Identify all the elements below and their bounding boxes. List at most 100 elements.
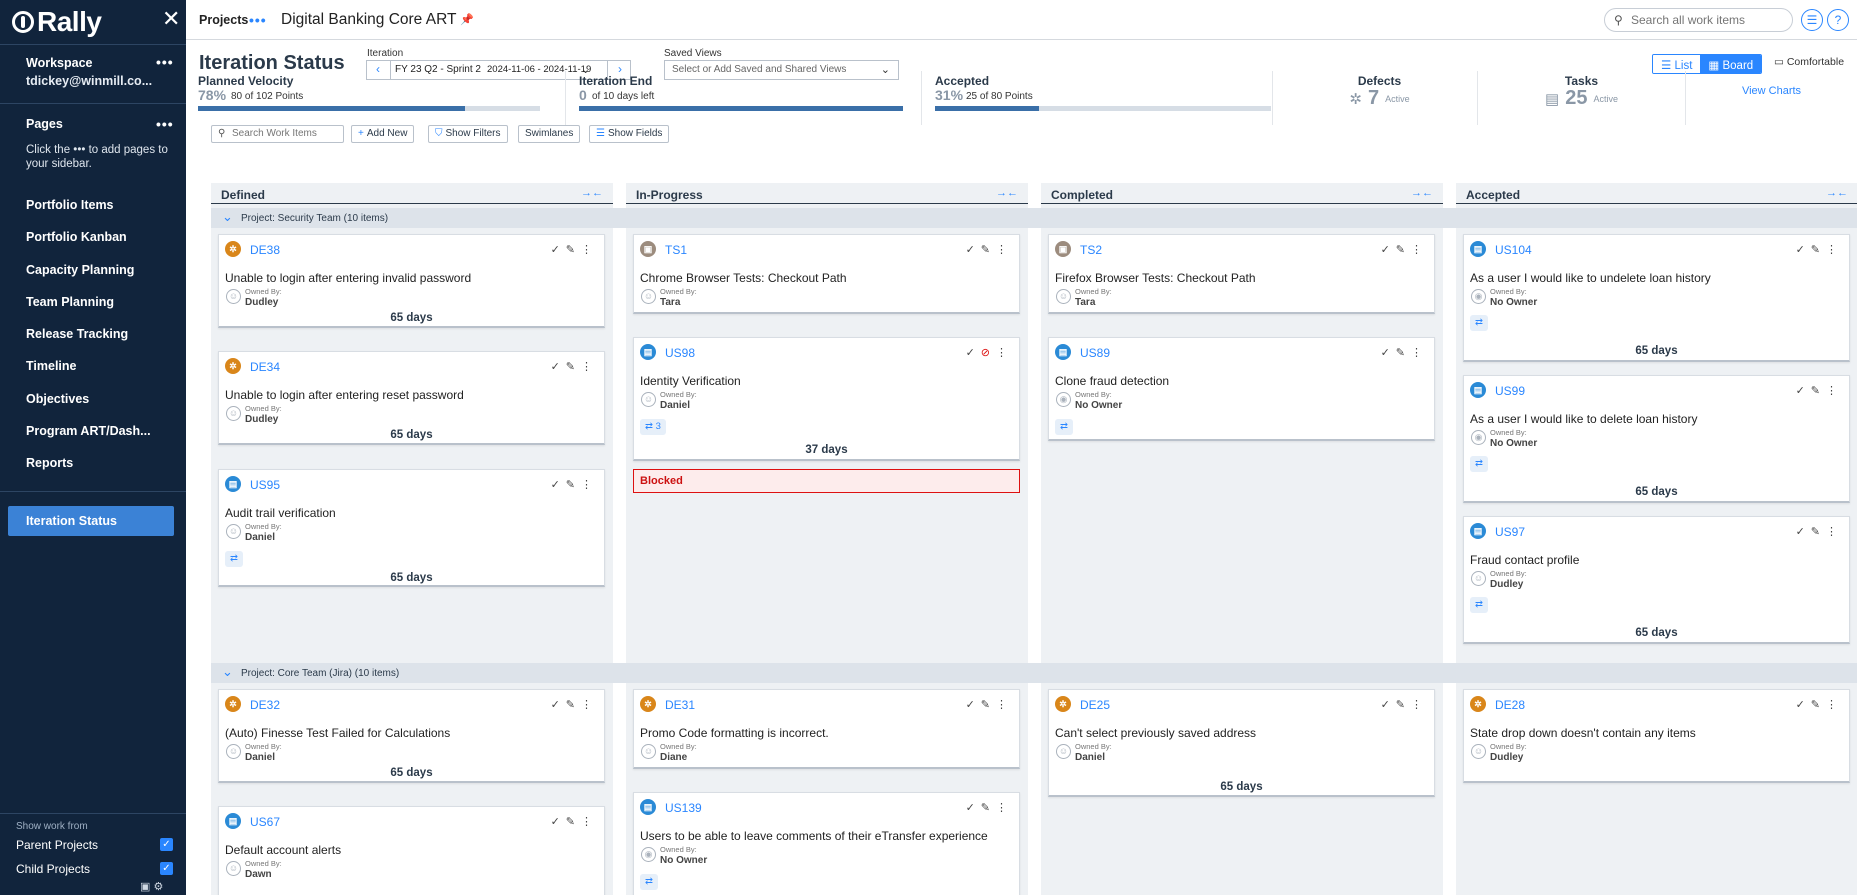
pin-icon[interactable]: 📌: [460, 13, 474, 26]
help-icon[interactable]: ▣: [140, 881, 150, 893]
card-id[interactable]: US89: [1080, 346, 1110, 360]
list-menu-icon[interactable]: ☰: [1801, 9, 1823, 31]
card-actions[interactable]: ✓✎⋮: [966, 698, 1013, 711]
card-actions[interactable]: ✓✎⋮: [966, 243, 1013, 256]
sidebar-item-team-planning[interactable]: Team Planning: [26, 295, 114, 309]
rally-logo[interactable]: Rally: [12, 6, 102, 38]
sidebar-item-portfolio-kanban[interactable]: Portfolio Kanban: [26, 230, 127, 244]
card-us98[interactable]: ▤ US98 ✓⊘⋮ Identity Verification ☺ Owned…: [633, 337, 1020, 461]
tasks-icon[interactable]: ⇄: [640, 874, 658, 890]
card-actions[interactable]: ✓✎⋮: [1796, 698, 1843, 711]
parent-projects-checkbox[interactable]: ✓: [160, 838, 173, 851]
card-id[interactable]: US97: [1495, 525, 1525, 539]
child-projects-toggle[interactable]: Child Projects ✓: [16, 862, 174, 876]
view-charts-link[interactable]: View Charts: [1686, 85, 1857, 97]
card-actions[interactable]: ✓✎⋮: [1381, 698, 1428, 711]
projects-more-icon[interactable]: •••: [249, 12, 267, 28]
chevron-down-icon[interactable]: ⌄: [222, 664, 233, 680]
tasks-icon[interactable]: ⇄: [1055, 419, 1073, 435]
tasks-icon[interactable]: ⇄: [1470, 456, 1488, 472]
card-de31[interactable]: ✲ DE31 ✓✎⋮ Promo Code formatting is inco…: [633, 689, 1020, 769]
card-ts1[interactable]: ▣ TS1 ✓✎⋮ Chrome Browser Tests: Checkout…: [633, 234, 1020, 314]
work-item-search[interactable]: ⚲: [211, 125, 344, 143]
collapse-column-icon[interactable]: →←: [1411, 187, 1433, 199]
card-id[interactable]: US104: [1495, 243, 1532, 257]
card-id[interactable]: DE28: [1495, 698, 1525, 712]
close-sidebar-icon[interactable]: ✕: [162, 6, 180, 32]
blocked-icon[interactable]: ⊘: [981, 347, 996, 359]
card-id[interactable]: DE34: [250, 360, 280, 374]
swimlanes-button[interactable]: Swimlanes: [518, 125, 581, 143]
sidebar-item-iteration-status[interactable]: Iteration Status: [8, 506, 174, 536]
card-us89[interactable]: ▤ US89 ✓✎⋮ Clone fraud detection ◉ Owned…: [1048, 337, 1435, 441]
card-de38[interactable]: ✲ DE38 ✓✎⋮ Unable to login after enterin…: [218, 234, 605, 328]
sidebar-item-reports[interactable]: Reports: [26, 456, 73, 470]
collapse-column-icon[interactable]: →←: [996, 187, 1018, 199]
projects-label[interactable]: Projects: [199, 13, 248, 27]
collapse-column-icon[interactable]: →←: [581, 187, 603, 199]
card-us104[interactable]: ▤ US104 ✓✎⋮ As a user I would like to un…: [1463, 234, 1850, 362]
card-us139[interactable]: ▤ US139 ✓✎⋮ Users to be able to leave co…: [633, 792, 1020, 895]
show-filters-button[interactable]: ⛉ Show Filters: [428, 125, 508, 143]
card-id[interactable]: US95: [250, 478, 280, 492]
card-id[interactable]: DE31: [665, 698, 695, 712]
card-actions[interactable]: ✓✎⋮: [1381, 346, 1428, 359]
card-actions[interactable]: ✓✎⋮: [1796, 243, 1843, 256]
show-fields-button[interactable]: ☰ Show Fields: [589, 125, 670, 143]
add-new-button[interactable]: + Add New: [351, 125, 415, 143]
card-id[interactable]: DE25: [1080, 698, 1110, 712]
card-id[interactable]: US67: [250, 815, 280, 829]
card-actions[interactable]: ✓✎⋮: [551, 478, 598, 491]
card-actions[interactable]: ✓✎⋮: [551, 698, 598, 711]
card-id[interactable]: TS2: [1080, 243, 1102, 257]
tasks-icon[interactable]: ⇄: [225, 551, 243, 567]
sidebar-item-objectives[interactable]: Objectives: [26, 392, 89, 406]
card-us99[interactable]: ▤ US99 ✓✎⋮ As a user I would like to del…: [1463, 375, 1850, 503]
workspace-user[interactable]: tdickey@winmill.co...: [26, 74, 152, 88]
sidebar-item-program-art[interactable]: Program ART/Dash...: [26, 424, 151, 438]
card-us67[interactable]: ▤ US67 ✓✎⋮ Default account alerts ☺ Owne…: [218, 806, 605, 895]
child-projects-checkbox[interactable]: ✓: [160, 862, 173, 875]
card-actions[interactable]: ✓✎⋮: [1796, 525, 1843, 538]
sidebar-item-capacity-planning[interactable]: Capacity Planning: [26, 263, 134, 277]
swimlane-core-team[interactable]: ⌄ Project: Core Team (Jira) (10 items): [211, 663, 1857, 683]
card-de32[interactable]: ✲ DE32 ✓✎⋮ (Auto) Finesse Test Failed fo…: [218, 689, 605, 783]
card-actions[interactable]: ✓✎⋮: [966, 801, 1013, 814]
sidebar-item-portfolio-items[interactable]: Portfolio Items: [26, 198, 114, 212]
card-ts2[interactable]: ▣ TS2 ✓✎⋮ Firefox Browser Tests: Checkou…: [1048, 234, 1435, 314]
density-toggle[interactable]: ▭ Comfortable: [1774, 56, 1844, 68]
defects-stat[interactable]: Defects ✲ 7 Active: [1282, 71, 1478, 125]
tasks-count-badge[interactable]: ⇄ 3: [640, 419, 666, 435]
sidebar-item-timeline[interactable]: Timeline: [26, 359, 76, 373]
card-id[interactable]: US99: [1495, 384, 1525, 398]
card-actions[interactable]: ✓✎⋮: [551, 815, 598, 828]
card-de25[interactable]: ✲ DE25 ✓✎⋮ Can't select previously saved…: [1048, 689, 1435, 797]
work-item-search-input[interactable]: [232, 128, 340, 139]
global-search[interactable]: ⚲: [1604, 8, 1793, 32]
card-us95[interactable]: ▤ US95 ✓✎⋮ Audit trail verification ☺ Ow…: [218, 469, 605, 587]
card-actions[interactable]: ✓✎⋮: [551, 243, 598, 256]
card-id[interactable]: DE38: [250, 243, 280, 257]
card-us97[interactable]: ▤ US97 ✓✎⋮ Fraud contact profile ☺ Owned…: [1463, 516, 1850, 644]
card-id[interactable]: US139: [665, 801, 702, 815]
card-de28[interactable]: ✲ DE28 ✓✎⋮ State drop down doesn't conta…: [1463, 689, 1850, 783]
help-icon[interactable]: ?: [1827, 9, 1849, 31]
card-actions[interactable]: ✓✎⋮: [1381, 243, 1428, 256]
card-id[interactable]: US98: [665, 346, 695, 360]
tasks-stat[interactable]: Tasks ▤ 25 Active: [1478, 71, 1686, 125]
card-actions[interactable]: ✓⊘⋮: [966, 346, 1013, 359]
card-de34[interactable]: ✲ DE34 ✓✎⋮ Unable to login after enterin…: [218, 351, 605, 445]
swimlane-security-team[interactable]: ⌄ Project: Security Team (10 items): [211, 208, 1857, 228]
card-actions[interactable]: ✓✎⋮: [1796, 384, 1843, 397]
global-search-input[interactable]: [1631, 13, 1781, 27]
workspace-more-icon[interactable]: •••: [156, 54, 174, 70]
card-id[interactable]: DE32: [250, 698, 280, 712]
collapse-column-icon[interactable]: →←: [1826, 187, 1848, 199]
pages-more-icon[interactable]: •••: [156, 116, 174, 132]
chevron-down-icon[interactable]: ⌄: [222, 209, 233, 225]
card-actions[interactable]: ✓✎⋮: [551, 360, 598, 373]
card-id[interactable]: TS1: [665, 243, 687, 257]
sidebar-item-release-tracking[interactable]: Release Tracking: [26, 327, 128, 341]
parent-projects-toggle[interactable]: Parent Projects ✓: [16, 838, 174, 852]
tasks-icon[interactable]: ⇄: [1470, 597, 1488, 613]
